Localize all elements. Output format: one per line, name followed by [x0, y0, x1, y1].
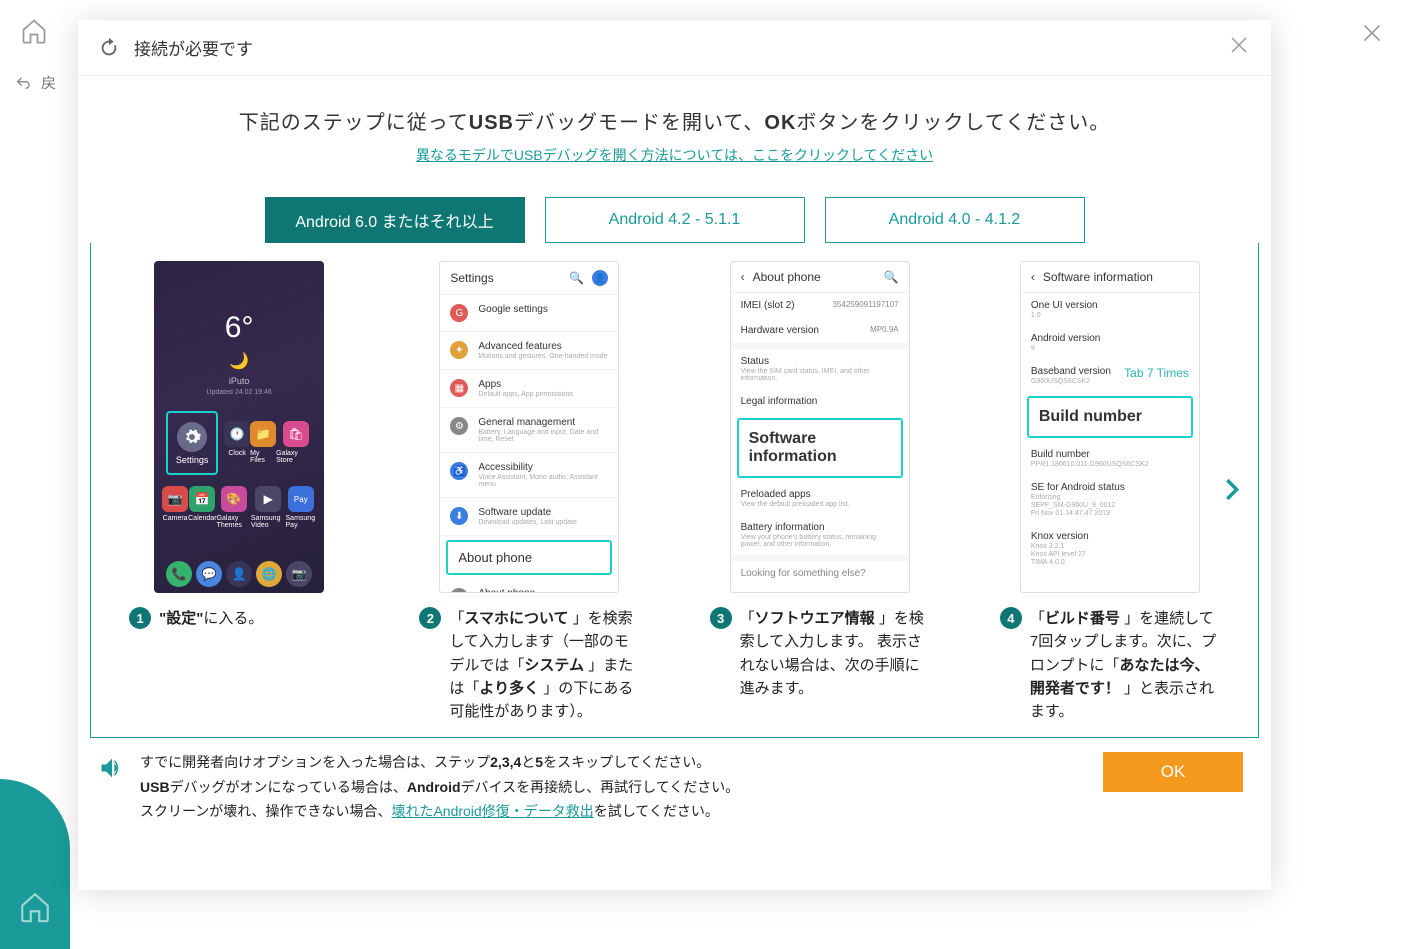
speaker-icon [98, 754, 126, 782]
back-arrow-icon[interactable] [15, 75, 31, 91]
step-2: Settings🔍👤 GGoogle settings ✦Advanced fe… [395, 261, 663, 723]
next-arrow[interactable] [1218, 470, 1246, 515]
chevron-right-icon [1218, 470, 1246, 510]
step-1-caption: "設定"に入る。 [159, 607, 263, 630]
ok-button[interactable]: OK [1103, 752, 1243, 792]
headline: 下記のステップに従ってUSBデバッグモードを開いて、OKボタンをクリックしてくだ… [98, 106, 1251, 135]
footer-text: すでに開発者向けオプションを入った場合は、ステップ2,3,4と5をスキップしてく… [140, 750, 1089, 799]
home-icon [18, 890, 52, 924]
home-icon [20, 17, 48, 45]
build-number-highlight: Build number [1027, 396, 1193, 438]
software-info-highlight: Software information [737, 418, 903, 478]
step-4-caption: 「ビルド番号 」を連続して7回タップします。次に、プロンプトに「あなたは今、開発… [1030, 607, 1220, 723]
step-3: ‹About phone🔍 IMEI (slot 2)3542590911971… [686, 261, 954, 723]
refresh-icon [98, 37, 120, 59]
close-button[interactable] [1227, 33, 1251, 62]
temp: 6° [154, 311, 324, 345]
step-number-4: 4 [1000, 607, 1022, 629]
back-text: 戻 [41, 72, 56, 93]
back-icon: ‹ [1031, 270, 1035, 284]
phone-mock-4: ‹Software information One UI version1.0 … [1020, 261, 1200, 593]
usb-debug-help-link[interactable]: 異なるモデルでUSBデバッグを開く方法については、ここをクリックしてください [416, 145, 933, 165]
tab-android-4-0[interactable]: Android 4.0 - 4.1.2 [825, 197, 1085, 243]
phone-mock-1: 6° 🌙 iPuto Updated 24.02 19:46 Settings … [154, 261, 324, 593]
step-number-3: 3 [710, 607, 732, 629]
step-2-caption: 「スマホについて 」を検索して入力します（一部のモデルでは「システム 」または「… [449, 607, 639, 723]
step-1: 6° 🌙 iPuto Updated 24.02 19:46 Settings … [105, 261, 373, 723]
bg-close-icon[interactable] [1359, 20, 1385, 51]
phone-mock-2: Settings🔍👤 GGoogle settings ✦Advanced fe… [439, 261, 619, 593]
phone-mock-3: ‹About phone🔍 IMEI (slot 2)3542590911971… [730, 261, 910, 593]
modal-title: 接続が必要です [134, 35, 253, 60]
account-icon: 👤 [592, 270, 608, 286]
step-3-caption: 「ソフトウエア情報 」を検索して入力します。 表示されない場合は、次の手順に進み… [740, 607, 930, 700]
close-icon [1227, 33, 1251, 57]
tab-7-times-label: Tab 7 Times [1124, 366, 1189, 380]
step-number-2: 2 [419, 607, 441, 629]
footer-line-2: スクリーンが壊れ、操作できない場合、壊れたAndroid修復・データ救出を試して… [78, 799, 1271, 821]
step-number-1: 1 [129, 607, 151, 629]
step-4: ‹Software information One UI version1.0 … [976, 261, 1244, 723]
broken-android-link[interactable]: 壊れたAndroid修復・データ救出 [391, 803, 593, 819]
tab-android-4-2[interactable]: Android 4.2 - 5.1.1 [545, 197, 805, 243]
about-phone-highlight: About phone [446, 540, 612, 575]
home-corner[interactable] [0, 779, 70, 949]
search-icon: 🔍 [884, 270, 899, 284]
tab-android-6[interactable]: Android 6.0 またはそれ以上 [265, 197, 525, 243]
back-icon: ‹ [741, 270, 745, 284]
connection-modal: 接続が必要です 下記のステップに従ってUSBデバッグモードを開いて、OKボタンを… [78, 20, 1271, 890]
weather-icon: 🌙 [154, 351, 324, 371]
search-icon: 🔍 [569, 271, 584, 285]
